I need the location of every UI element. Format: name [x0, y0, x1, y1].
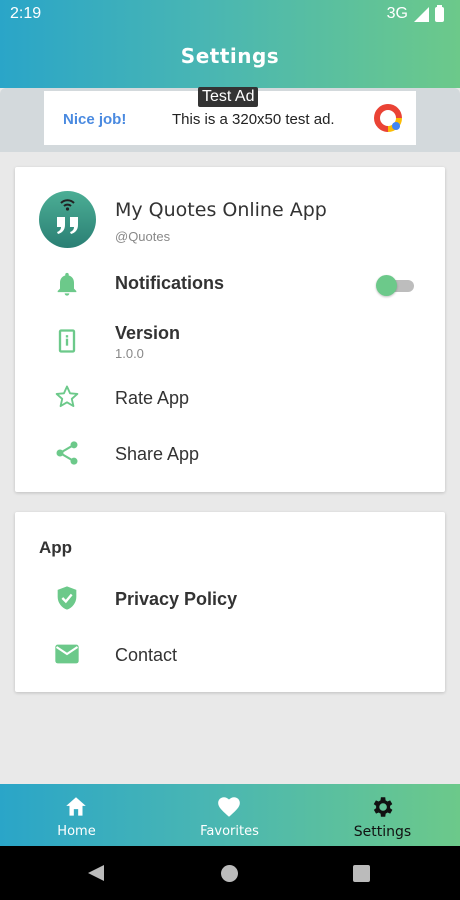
version-value: 1.0.0: [115, 346, 144, 361]
ad-container: Nice job! This is a 320x50 test ad. Test…: [0, 87, 460, 152]
app-section-card: App Privacy Policy Contact: [15, 512, 445, 692]
test-ad-badge: Test Ad: [198, 87, 259, 107]
page-title: Settings: [180, 44, 280, 68]
nav-favorites[interactable]: Favorites: [153, 784, 306, 846]
nav-home-label: Home: [57, 824, 96, 839]
profile-settings-card: My Quotes Online App @Quotes Notificatio…: [15, 167, 445, 492]
bell-icon: [57, 272, 77, 296]
status-time: 2:19: [10, 5, 42, 22]
notifications-label: Notifications: [115, 273, 225, 293]
contact-label: Contact: [115, 645, 178, 665]
gear-icon: [373, 797, 393, 817]
quote-icon: [57, 199, 78, 234]
back-icon[interactable]: [88, 865, 104, 881]
battery-icon: [435, 4, 444, 22]
share-app-label: Share App: [115, 444, 200, 464]
share-icon: [56, 441, 78, 465]
nav-home[interactable]: Home: [0, 784, 153, 846]
nav-favorites-label: Favorites: [200, 824, 259, 839]
ad-text: This is a 320x50 test ad.: [172, 111, 335, 128]
star-icon: [55, 385, 79, 408]
app-section-title: App: [39, 538, 73, 557]
toggle-thumb: [376, 275, 397, 296]
network-label: 3G: [386, 5, 408, 22]
nav-settings[interactable]: Settings: [306, 784, 459, 846]
system-nav-bar: [0, 846, 460, 900]
info-phone-icon: [58, 329, 76, 353]
bottom-navigation: Home Favorites Settings: [0, 784, 460, 846]
status-right: 3G: [386, 4, 444, 23]
home-circle-icon[interactable]: [221, 865, 238, 882]
home-icon: [66, 797, 86, 816]
heart-icon: [218, 797, 240, 817]
version-label: Version: [115, 323, 181, 343]
nav-settings-label: Settings: [353, 824, 412, 840]
ad-nice-text: Nice job!: [63, 111, 127, 128]
app-handle: @Quotes: [115, 229, 171, 244]
recent-apps-icon[interactable]: [353, 865, 370, 882]
rate-app-label: Rate App: [115, 388, 190, 408]
app-name: My Quotes Online App: [115, 199, 327, 221]
shield-check-icon: [57, 586, 77, 610]
app-avatar: [39, 191, 96, 248]
mail-icon: [55, 644, 79, 664]
notifications-toggle[interactable]: [376, 275, 414, 296]
privacy-policy-label: Privacy Policy: [115, 589, 238, 609]
status-bar: 2:19 3G: [0, 0, 460, 28]
signal-icon: [414, 6, 429, 22]
app-bar: 2:19 3G Settings: [0, 0, 460, 88]
ad-logo-icon: [374, 104, 402, 132]
